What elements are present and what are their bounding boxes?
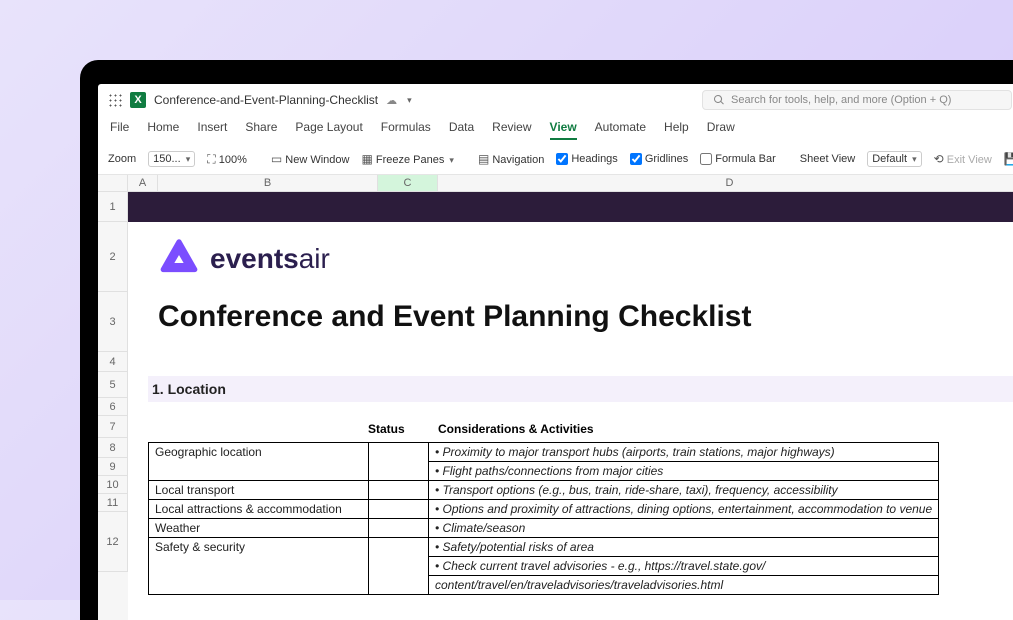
eventsair-logo-text: eventsair — [210, 243, 330, 275]
navigation-icon: ▤ — [478, 152, 489, 166]
row-label: Local transport — [149, 481, 369, 500]
row-header[interactable]: 11 — [98, 494, 128, 512]
row-headers: 123456789101112 — [98, 192, 128, 620]
row-header[interactable]: 5 — [98, 372, 128, 398]
row-header[interactable]: 3 — [98, 292, 128, 352]
menu-insert[interactable]: Insert — [197, 120, 227, 140]
new-window-button[interactable]: ▭ New Window — [271, 152, 350, 166]
row-header[interactable]: 4 — [98, 352, 128, 372]
row-status[interactable] — [369, 519, 429, 538]
table-row: Geographic location• Proximity to major … — [149, 443, 939, 462]
row-detail: • Transport options (e.g., bus, train, r… — [429, 481, 939, 500]
zoom-select[interactable]: 150... ▾ — [148, 151, 195, 167]
menu-automate[interactable]: Automate — [595, 120, 646, 140]
save-view-button: 💾 Save — [1004, 152, 1013, 166]
section-heading: 1. Location — [148, 376, 1013, 402]
sheet-view-label: Sheet View — [800, 153, 855, 165]
freeze-panes-button[interactable]: ▦ Freeze Panes ▾ — [361, 152, 453, 166]
app-launcher-icon[interactable] — [108, 93, 122, 107]
row-detail: • Flight paths/connections from major ci… — [429, 462, 939, 481]
row-header[interactable]: 8 — [98, 438, 128, 458]
menu-formulas[interactable]: Formulas — [381, 120, 431, 140]
table-row: Local attractions & accommodation • Optio… — [149, 500, 939, 519]
eventsair-logo-icon — [158, 238, 200, 280]
row-header[interactable]: 12 — [98, 512, 128, 572]
headings-checkbox[interactable]: Headings — [556, 153, 617, 165]
sheet-body: 123456789101112 eventsair Conference and… — [98, 192, 1013, 620]
checklist-table: Geographic location • Proximity to major … — [148, 442, 939, 595]
menu-page-layout[interactable]: Page Layout — [295, 120, 362, 140]
menu-data[interactable]: Data — [449, 120, 474, 140]
menu-share[interactable]: Share — [245, 120, 277, 140]
menu-draw[interactable]: Draw — [707, 120, 735, 140]
row-detail: content/travel/en/traveladvisories/trave… — [429, 576, 939, 595]
col-header-d[interactable]: D — [438, 175, 1013, 192]
gridlines-checkbox[interactable]: Gridlines — [630, 153, 688, 165]
menu-home[interactable]: Home — [147, 120, 179, 140]
zoom-label: Zoom — [108, 153, 136, 165]
logo: eventsair — [158, 238, 330, 280]
file-name: Conference-and-Event-Planning-Checklist — [154, 93, 378, 107]
search-placeholder: Search for tools, help, and more (Option… — [731, 94, 951, 106]
search-input[interactable]: Search for tools, help, and more (Option… — [702, 90, 1012, 110]
select-all-cell[interactable] — [98, 175, 128, 192]
menu-bar: File Home Insert Share Page Layout Formu… — [98, 116, 1013, 144]
exit-view-button: ⟲ Exit View — [934, 152, 992, 166]
table-row: Weather • Climate/season — [149, 519, 939, 538]
monitor-frame: X Conference-and-Event-Planning-Checklis… — [80, 60, 1013, 620]
col-status-header: Status — [368, 422, 428, 436]
spreadsheet-content[interactable]: eventsair Conference and Event Planning … — [128, 192, 1013, 620]
row-detail: • Climate/season — [429, 519, 939, 538]
search-icon — [713, 94, 725, 106]
col-header-a[interactable]: A — [128, 175, 158, 192]
row-label: Local attractions & accommodation — [149, 500, 369, 519]
row-header[interactable]: 10 — [98, 476, 128, 494]
row-label: Geographic location — [149, 443, 369, 481]
new-window-icon: ▭ — [271, 152, 282, 166]
row-detail: • Options and proximity of attractions, … — [429, 500, 939, 519]
row-header[interactable]: 6 — [98, 398, 128, 416]
table-row: Local transport • Transport options (e.g.… — [149, 481, 939, 500]
row-detail: • Safety/potential risks of area — [429, 538, 939, 557]
row-label: Weather — [149, 519, 369, 538]
row-status[interactable] — [369, 500, 429, 519]
app-window: X Conference-and-Event-Planning-Checklis… — [98, 84, 1013, 620]
menu-view[interactable]: View — [550, 120, 577, 140]
menu-file[interactable]: File — [110, 120, 129, 140]
cloud-sync-icon[interactable]: ☁︎ — [386, 94, 397, 107]
row-detail: • Check current travel advisories - e.g.… — [429, 557, 939, 576]
row-header[interactable]: 2 — [98, 222, 128, 292]
sheet-view-select[interactable]: Default ▾ — [867, 151, 921, 167]
col-header-b[interactable]: B — [158, 175, 378, 192]
menu-help[interactable]: Help — [664, 120, 689, 140]
col-header-c[interactable]: C — [378, 175, 438, 192]
row-status[interactable] — [369, 481, 429, 500]
row-status[interactable] — [369, 443, 429, 481]
row-header[interactable]: 1 — [98, 192, 128, 222]
row-header[interactable]: 9 — [98, 458, 128, 476]
table-row: Safety & security• Safety/potential risk… — [149, 538, 939, 557]
title-bar: X Conference-and-Event-Planning-Checklis… — [98, 84, 1013, 116]
zoom-100-button[interactable]: ⛶ 100% — [207, 152, 247, 167]
row-label: Safety & security — [149, 538, 369, 595]
excel-icon: X — [130, 92, 146, 108]
row-detail: • Proximity to major transport hubs (air… — [429, 443, 939, 462]
freeze-panes-icon: ▦ — [361, 152, 372, 166]
ribbon: Zoom 150... ▾ ⛶ 100% ▭ New Window ▦ Free… — [98, 144, 1013, 175]
title-dropdown-icon[interactable]: ▾ — [407, 95, 412, 106]
top-banner — [128, 192, 1013, 222]
navigation-button[interactable]: ▤ Navigation — [478, 152, 544, 166]
col-considerations-header: Considerations & Activities — [438, 422, 594, 436]
row-header[interactable]: 7 — [98, 416, 128, 438]
row-status[interactable] — [369, 538, 429, 595]
column-headers: A B C D — [98, 175, 1013, 192]
page-title: Conference and Event Planning Checklist — [158, 300, 751, 334]
table-header-row: Status Considerations & Activities — [148, 422, 594, 436]
menu-review[interactable]: Review — [492, 120, 531, 140]
formula-bar-checkbox[interactable]: Formula Bar — [700, 153, 776, 165]
